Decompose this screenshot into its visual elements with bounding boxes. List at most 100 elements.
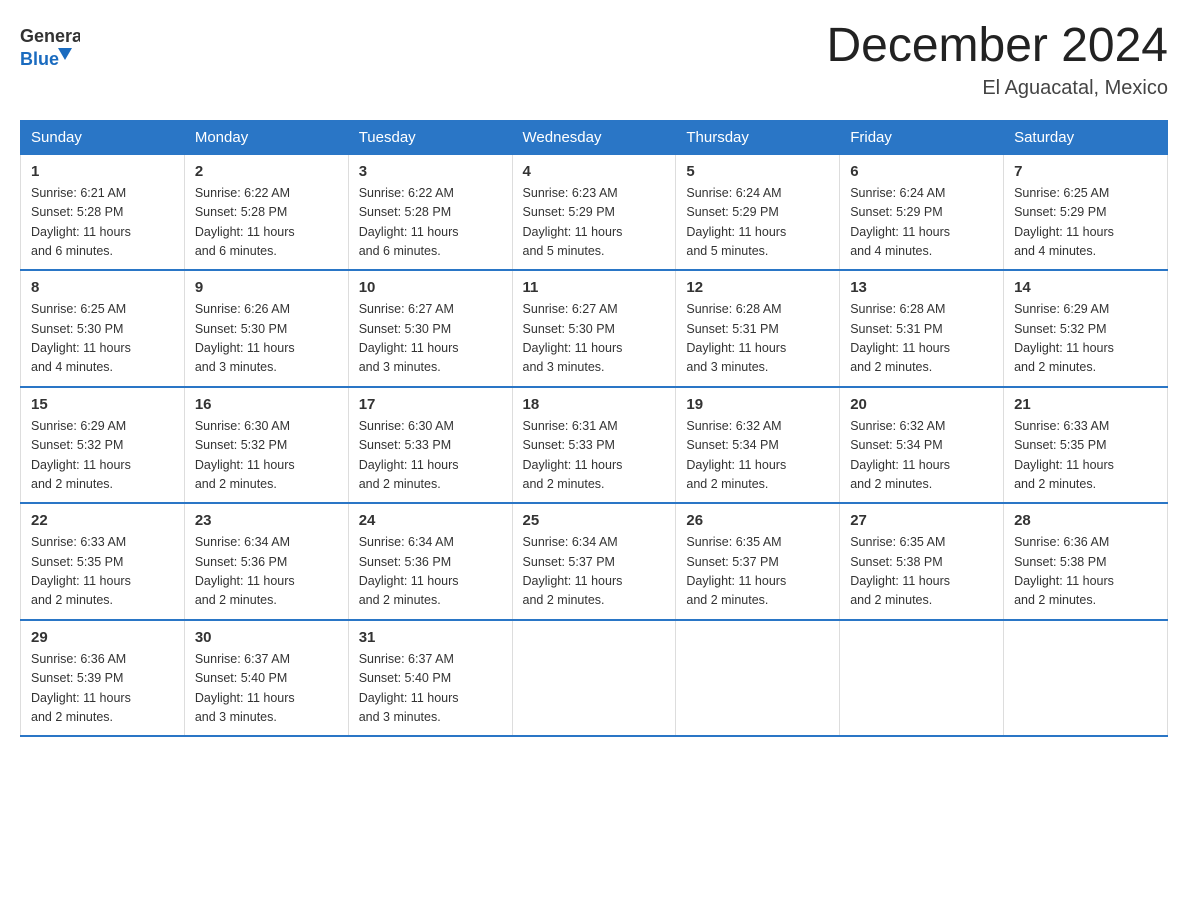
day-info: Sunrise: 6:29 AM Sunset: 5:32 PM Dayligh… (31, 417, 174, 495)
day-number: 4 (523, 163, 666, 180)
day-number: 2 (195, 163, 338, 180)
day-number: 3 (359, 163, 502, 180)
day-info: Sunrise: 6:29 AM Sunset: 5:32 PM Dayligh… (1014, 300, 1157, 378)
day-info: Sunrise: 6:27 AM Sunset: 5:30 PM Dayligh… (523, 300, 666, 378)
header-day: Tuesday (348, 120, 512, 154)
day-number: 8 (31, 279, 174, 296)
day-number: 20 (850, 396, 993, 413)
day-number: 24 (359, 512, 502, 529)
calendar-cell: 3 Sunrise: 6:22 AM Sunset: 5:28 PM Daylig… (348, 154, 512, 270)
day-info: Sunrise: 6:34 AM Sunset: 5:37 PM Dayligh… (523, 533, 666, 611)
day-info: Sunrise: 6:33 AM Sunset: 5:35 PM Dayligh… (31, 533, 174, 611)
calendar-cell (840, 620, 1004, 737)
day-number: 27 (850, 512, 993, 529)
day-number: 30 (195, 629, 338, 646)
calendar-cell: 30 Sunrise: 6:37 AM Sunset: 5:40 PM Dayli… (184, 620, 348, 737)
day-number: 29 (31, 629, 174, 646)
day-info: Sunrise: 6:35 AM Sunset: 5:37 PM Dayligh… (686, 533, 829, 611)
day-info: Sunrise: 6:21 AM Sunset: 5:28 PM Dayligh… (31, 184, 174, 262)
calendar-cell: 14 Sunrise: 6:29 AM Sunset: 5:32 PM Dayli… (1004, 270, 1168, 387)
calendar-cell: 26 Sunrise: 6:35 AM Sunset: 5:37 PM Dayli… (676, 503, 840, 620)
calendar-cell: 1 Sunrise: 6:21 AM Sunset: 5:28 PM Daylig… (21, 154, 185, 270)
day-number: 9 (195, 279, 338, 296)
calendar-week-row: 22 Sunrise: 6:33 AM Sunset: 5:35 PM Dayli… (21, 503, 1168, 620)
page-header: General Blue December 2024 El Aguacatal,… (20, 20, 1168, 100)
day-info: Sunrise: 6:25 AM Sunset: 5:30 PM Dayligh… (31, 300, 174, 378)
day-number: 7 (1014, 163, 1157, 180)
day-number: 28 (1014, 512, 1157, 529)
day-number: 1 (31, 163, 174, 180)
day-number: 25 (523, 512, 666, 529)
day-number: 22 (31, 512, 174, 529)
calendar-cell: 31 Sunrise: 6:37 AM Sunset: 5:40 PM Dayli… (348, 620, 512, 737)
calendar-cell: 22 Sunrise: 6:33 AM Sunset: 5:35 PM Dayli… (21, 503, 185, 620)
calendar-cell: 10 Sunrise: 6:27 AM Sunset: 5:30 PM Dayli… (348, 270, 512, 387)
calendar-week-row: 8 Sunrise: 6:25 AM Sunset: 5:30 PM Daylig… (21, 270, 1168, 387)
calendar-cell: 16Sunrise: 6:30 AM Sunset: 5:32 PM Dayli… (184, 387, 348, 504)
day-number: 18 (523, 396, 666, 413)
header-day: Saturday (1004, 120, 1168, 154)
day-info: Sunrise: 6:32 AM Sunset: 5:34 PM Dayligh… (850, 417, 993, 495)
calendar-week-row: 29Sunrise: 6:36 AM Sunset: 5:39 PM Dayli… (21, 620, 1168, 737)
calendar-cell: 19Sunrise: 6:32 AM Sunset: 5:34 PM Dayli… (676, 387, 840, 504)
calendar-cell: 5 Sunrise: 6:24 AM Sunset: 5:29 PM Daylig… (676, 154, 840, 270)
day-info: Sunrise: 6:25 AM Sunset: 5:29 PM Dayligh… (1014, 184, 1157, 262)
header-day: Sunday (21, 120, 185, 154)
calendar-cell (676, 620, 840, 737)
calendar-cell: 4 Sunrise: 6:23 AM Sunset: 5:29 PM Daylig… (512, 154, 676, 270)
svg-text:General: General (20, 26, 80, 46)
header-day: Monday (184, 120, 348, 154)
calendar-cell: 27 Sunrise: 6:35 AM Sunset: 5:38 PM Dayli… (840, 503, 1004, 620)
day-number: 31 (359, 629, 502, 646)
calendar-cell: 24 Sunrise: 6:34 AM Sunset: 5:36 PM Dayli… (348, 503, 512, 620)
calendar-cell: 8 Sunrise: 6:25 AM Sunset: 5:30 PM Daylig… (21, 270, 185, 387)
calendar-cell: 17Sunrise: 6:30 AM Sunset: 5:33 PM Dayli… (348, 387, 512, 504)
calendar-cell: 23Sunrise: 6:34 AM Sunset: 5:36 PM Dayli… (184, 503, 348, 620)
calendar-cell: 29Sunrise: 6:36 AM Sunset: 5:39 PM Dayli… (21, 620, 185, 737)
calendar-cell: 2 Sunrise: 6:22 AM Sunset: 5:28 PM Daylig… (184, 154, 348, 270)
day-info: Sunrise: 6:23 AM Sunset: 5:29 PM Dayligh… (523, 184, 666, 262)
day-number: 15 (31, 396, 174, 413)
day-info: Sunrise: 6:37 AM Sunset: 5:40 PM Dayligh… (195, 650, 338, 728)
day-info: Sunrise: 6:28 AM Sunset: 5:31 PM Dayligh… (686, 300, 829, 378)
header-day: Wednesday (512, 120, 676, 154)
calendar-cell: 11 Sunrise: 6:27 AM Sunset: 5:30 PM Dayli… (512, 270, 676, 387)
calendar-cell: 13Sunrise: 6:28 AM Sunset: 5:31 PM Dayli… (840, 270, 1004, 387)
calendar-cell: 21Sunrise: 6:33 AM Sunset: 5:35 PM Dayli… (1004, 387, 1168, 504)
calendar-cell: 15 Sunrise: 6:29 AM Sunset: 5:32 PM Dayli… (21, 387, 185, 504)
calendar-cell: 18 Sunrise: 6:31 AM Sunset: 5:33 PM Dayli… (512, 387, 676, 504)
day-info: Sunrise: 6:35 AM Sunset: 5:38 PM Dayligh… (850, 533, 993, 611)
day-number: 14 (1014, 279, 1157, 296)
calendar-week-row: 1 Sunrise: 6:21 AM Sunset: 5:28 PM Daylig… (21, 154, 1168, 270)
day-info: Sunrise: 6:22 AM Sunset: 5:28 PM Dayligh… (195, 184, 338, 262)
day-info: Sunrise: 6:31 AM Sunset: 5:33 PM Dayligh… (523, 417, 666, 495)
location: El Aguacatal, Mexico (826, 77, 1168, 100)
header-day: Friday (840, 120, 1004, 154)
day-info: Sunrise: 6:22 AM Sunset: 5:28 PM Dayligh… (359, 184, 502, 262)
day-info: Sunrise: 6:37 AM Sunset: 5:40 PM Dayligh… (359, 650, 502, 728)
day-info: Sunrise: 6:30 AM Sunset: 5:32 PM Dayligh… (195, 417, 338, 495)
calendar-week-row: 15 Sunrise: 6:29 AM Sunset: 5:32 PM Dayli… (21, 387, 1168, 504)
day-info: Sunrise: 6:24 AM Sunset: 5:29 PM Dayligh… (686, 184, 829, 262)
svg-text:Blue: Blue (20, 49, 59, 69)
calendar-cell: 7 Sunrise: 6:25 AM Sunset: 5:29 PM Daylig… (1004, 154, 1168, 270)
day-number: 11 (523, 279, 666, 296)
calendar-cell: 25 Sunrise: 6:34 AM Sunset: 5:37 PM Dayli… (512, 503, 676, 620)
day-info: Sunrise: 6:24 AM Sunset: 5:29 PM Dayligh… (850, 184, 993, 262)
day-info: Sunrise: 6:28 AM Sunset: 5:31 PM Dayligh… (850, 300, 993, 378)
calendar-cell: 9 Sunrise: 6:26 AM Sunset: 5:30 PM Daylig… (184, 270, 348, 387)
calendar-cell: 12Sunrise: 6:28 AM Sunset: 5:31 PM Dayli… (676, 270, 840, 387)
day-info: Sunrise: 6:34 AM Sunset: 5:36 PM Dayligh… (359, 533, 502, 611)
day-number: 23 (195, 512, 338, 529)
header-row: SundayMondayTuesdayWednesdayThursdayFrid… (21, 120, 1168, 154)
day-info: Sunrise: 6:27 AM Sunset: 5:30 PM Dayligh… (359, 300, 502, 378)
calendar-cell: 28Sunrise: 6:36 AM Sunset: 5:38 PM Dayli… (1004, 503, 1168, 620)
day-info: Sunrise: 6:26 AM Sunset: 5:30 PM Dayligh… (195, 300, 338, 378)
day-number: 5 (686, 163, 829, 180)
day-number: 17 (359, 396, 502, 413)
calendar-cell: 20 Sunrise: 6:32 AM Sunset: 5:34 PM Dayli… (840, 387, 1004, 504)
day-number: 10 (359, 279, 502, 296)
day-number: 26 (686, 512, 829, 529)
day-number: 6 (850, 163, 993, 180)
calendar-cell (1004, 620, 1168, 737)
